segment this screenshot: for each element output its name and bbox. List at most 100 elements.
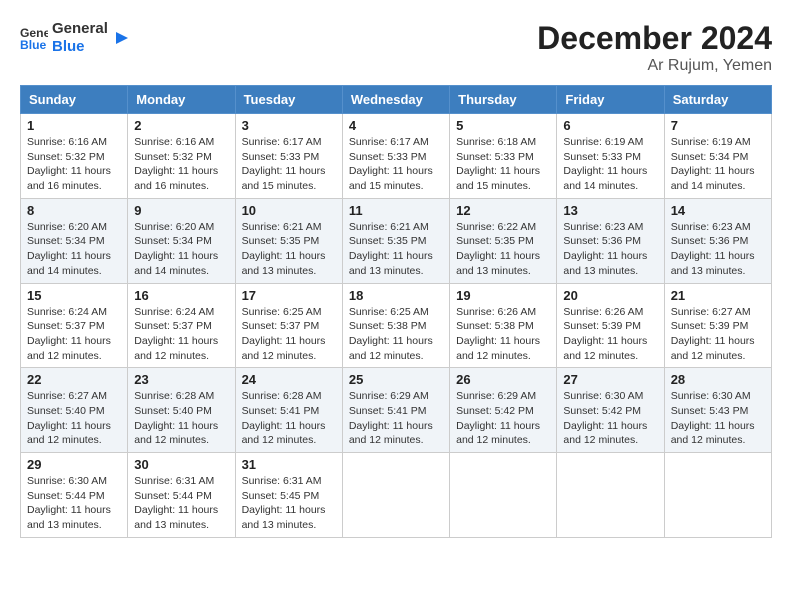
day-number: 9 <box>134 203 228 218</box>
day-number: 30 <box>134 457 228 472</box>
calendar-cell: 20 Sunrise: 6:26 AMSunset: 5:39 PMDayligh… <box>557 283 664 368</box>
day-number: 10 <box>242 203 336 218</box>
day-info: Sunrise: 6:26 AMSunset: 5:39 PMDaylight:… <box>563 305 657 364</box>
day-number: 31 <box>242 457 336 472</box>
day-number: 13 <box>563 203 657 218</box>
calendar-cell <box>450 453 557 538</box>
calendar-cell: 31 Sunrise: 6:31 AMSunset: 5:45 PMDayligh… <box>235 453 342 538</box>
day-number: 27 <box>563 372 657 387</box>
calendar-cell <box>557 453 664 538</box>
day-number: 21 <box>671 288 765 303</box>
day-info: Sunrise: 6:30 AMSunset: 5:43 PMDaylight:… <box>671 389 765 448</box>
calendar-cell: 21 Sunrise: 6:27 AMSunset: 5:39 PMDayligh… <box>664 283 771 368</box>
day-info: Sunrise: 6:16 AMSunset: 5:32 PMDaylight:… <box>27 135 121 194</box>
calendar-cell <box>342 453 449 538</box>
svg-text:Blue: Blue <box>20 38 47 52</box>
calendar-cell: 17 Sunrise: 6:25 AMSunset: 5:37 PMDayligh… <box>235 283 342 368</box>
weekday-header-tuesday: Tuesday <box>235 86 342 114</box>
day-number: 25 <box>349 372 443 387</box>
day-number: 23 <box>134 372 228 387</box>
day-info: Sunrise: 6:31 AMSunset: 5:44 PMDaylight:… <box>134 474 228 533</box>
calendar-cell: 16Sunrise: 6:24 AMSunset: 5:37 PMDayligh… <box>128 283 235 368</box>
calendar-cell: 22Sunrise: 6:27 AMSunset: 5:40 PMDayligh… <box>21 368 128 453</box>
day-info: Sunrise: 6:18 AMSunset: 5:33 PMDaylight:… <box>456 135 550 194</box>
day-number: 4 <box>349 118 443 133</box>
calendar-cell: 4 Sunrise: 6:17 AMSunset: 5:33 PMDaylight… <box>342 114 449 199</box>
calendar-week-3: 15Sunrise: 6:24 AMSunset: 5:37 PMDayligh… <box>21 283 772 368</box>
title-block: December 2024 Ar Rujum, Yemen <box>537 20 772 75</box>
day-info: Sunrise: 6:22 AMSunset: 5:35 PMDaylight:… <box>456 220 550 279</box>
calendar-week-1: 1 Sunrise: 6:16 AMSunset: 5:32 PMDaylight… <box>21 114 772 199</box>
logo: General Blue General Blue <box>20 20 132 56</box>
day-number: 8 <box>27 203 121 218</box>
calendar-cell: 19Sunrise: 6:26 AMSunset: 5:38 PMDayligh… <box>450 283 557 368</box>
day-info: Sunrise: 6:29 AMSunset: 5:42 PMDaylight:… <box>456 389 550 448</box>
day-info: Sunrise: 6:21 AMSunset: 5:35 PMDaylight:… <box>349 220 443 279</box>
day-number: 22 <box>27 372 121 387</box>
weekday-header-sunday: Sunday <box>21 86 128 114</box>
calendar-cell: 3Sunrise: 6:17 AMSunset: 5:33 PMDaylight… <box>235 114 342 199</box>
day-number: 2 <box>134 118 228 133</box>
calendar-cell: 27 Sunrise: 6:30 AMSunset: 5:42 PMDayligh… <box>557 368 664 453</box>
calendar-cell: 5Sunrise: 6:18 AMSunset: 5:33 PMDaylight… <box>450 114 557 199</box>
weekday-header-wednesday: Wednesday <box>342 86 449 114</box>
day-info: Sunrise: 6:30 AMSunset: 5:44 PMDaylight:… <box>27 474 121 533</box>
day-number: 24 <box>242 372 336 387</box>
calendar-cell: 1 Sunrise: 6:16 AMSunset: 5:32 PMDaylight… <box>21 114 128 199</box>
calendar-cell: 15Sunrise: 6:24 AMSunset: 5:37 PMDayligh… <box>21 283 128 368</box>
day-number: 12 <box>456 203 550 218</box>
day-info: Sunrise: 6:28 AMSunset: 5:40 PMDaylight:… <box>134 389 228 448</box>
day-number: 29 <box>27 457 121 472</box>
day-number: 28 <box>671 372 765 387</box>
day-number: 11 <box>349 203 443 218</box>
calendar-header-row: SundayMondayTuesdayWednesdayThursdayFrid… <box>21 86 772 114</box>
day-info: Sunrise: 6:29 AMSunset: 5:41 PMDaylight:… <box>349 389 443 448</box>
day-info: Sunrise: 6:20 AMSunset: 5:34 PMDaylight:… <box>27 220 121 279</box>
calendar-cell <box>664 453 771 538</box>
day-info: Sunrise: 6:17 AMSunset: 5:33 PMDaylight:… <box>349 135 443 194</box>
calendar-cell: 7Sunrise: 6:19 AMSunset: 5:34 PMDaylight… <box>664 114 771 199</box>
calendar-cell: 23 Sunrise: 6:28 AMSunset: 5:40 PMDayligh… <box>128 368 235 453</box>
day-number: 17 <box>242 288 336 303</box>
calendar-cell: 2 Sunrise: 6:16 AMSunset: 5:32 PMDaylight… <box>128 114 235 199</box>
calendar-week-2: 8 Sunrise: 6:20 AMSunset: 5:34 PMDaylight… <box>21 198 772 283</box>
day-info: Sunrise: 6:27 AMSunset: 5:39 PMDaylight:… <box>671 305 765 364</box>
weekday-header-saturday: Saturday <box>664 86 771 114</box>
calendar-cell: 6Sunrise: 6:19 AMSunset: 5:33 PMDaylight… <box>557 114 664 199</box>
calendar-table: SundayMondayTuesdayWednesdayThursdayFrid… <box>20 85 772 538</box>
day-number: 19 <box>456 288 550 303</box>
day-info: Sunrise: 6:25 AMSunset: 5:37 PMDaylight:… <box>242 305 336 364</box>
day-number: 1 <box>27 118 121 133</box>
day-info: Sunrise: 6:23 AMSunset: 5:36 PMDaylight:… <box>671 220 765 279</box>
day-info: Sunrise: 6:30 AMSunset: 5:42 PMDaylight:… <box>563 389 657 448</box>
day-number: 18 <box>349 288 443 303</box>
calendar-cell: 14 Sunrise: 6:23 AMSunset: 5:36 PMDayligh… <box>664 198 771 283</box>
calendar-cell: 9Sunrise: 6:20 AMSunset: 5:34 PMDaylight… <box>128 198 235 283</box>
calendar-cell: 12 Sunrise: 6:22 AMSunset: 5:35 PMDayligh… <box>450 198 557 283</box>
calendar-cell: 25 Sunrise: 6:29 AMSunset: 5:41 PMDayligh… <box>342 368 449 453</box>
weekday-header-thursday: Thursday <box>450 86 557 114</box>
logo-general: General <box>52 20 108 38</box>
calendar-cell: 26Sunrise: 6:29 AMSunset: 5:42 PMDayligh… <box>450 368 557 453</box>
day-info: Sunrise: 6:25 AMSunset: 5:38 PMDaylight:… <box>349 305 443 364</box>
day-info: Sunrise: 6:16 AMSunset: 5:32 PMDaylight:… <box>134 135 228 194</box>
day-info: Sunrise: 6:31 AMSunset: 5:45 PMDaylight:… <box>242 474 336 533</box>
day-info: Sunrise: 6:21 AMSunset: 5:35 PMDaylight:… <box>242 220 336 279</box>
day-number: 6 <box>563 118 657 133</box>
day-info: Sunrise: 6:23 AMSunset: 5:36 PMDaylight:… <box>563 220 657 279</box>
calendar-cell: 18 Sunrise: 6:25 AMSunset: 5:38 PMDayligh… <box>342 283 449 368</box>
calendar-cell: 30 Sunrise: 6:31 AMSunset: 5:44 PMDayligh… <box>128 453 235 538</box>
day-number: 20 <box>563 288 657 303</box>
day-number: 7 <box>671 118 765 133</box>
calendar-week-4: 22Sunrise: 6:27 AMSunset: 5:40 PMDayligh… <box>21 368 772 453</box>
calendar-week-5: 29 Sunrise: 6:30 AMSunset: 5:44 PMDayligh… <box>21 453 772 538</box>
logo-arrow-icon <box>112 28 132 48</box>
calendar-cell: 8 Sunrise: 6:20 AMSunset: 5:34 PMDaylight… <box>21 198 128 283</box>
calendar-cell: 29 Sunrise: 6:30 AMSunset: 5:44 PMDayligh… <box>21 453 128 538</box>
day-info: Sunrise: 6:24 AMSunset: 5:37 PMDaylight:… <box>27 305 121 364</box>
day-number: 14 <box>671 203 765 218</box>
calendar-cell: 24 Sunrise: 6:28 AMSunset: 5:41 PMDayligh… <box>235 368 342 453</box>
day-info: Sunrise: 6:28 AMSunset: 5:41 PMDaylight:… <box>242 389 336 448</box>
month-year-title: December 2024 <box>537 20 772 57</box>
calendar-cell: 11 Sunrise: 6:21 AMSunset: 5:35 PMDayligh… <box>342 198 449 283</box>
